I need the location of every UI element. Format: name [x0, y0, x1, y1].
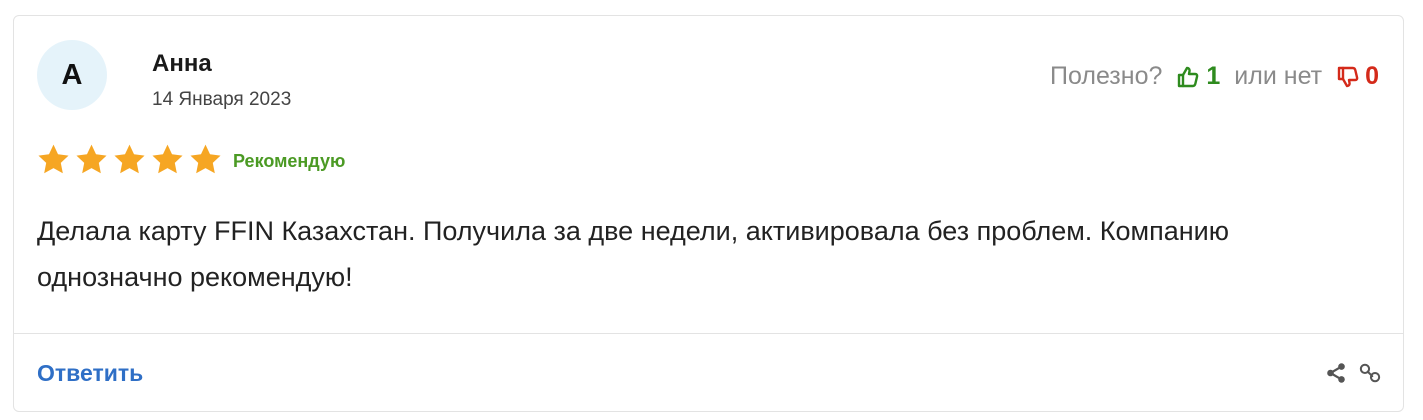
link-icon[interactable]: [1359, 362, 1381, 384]
reply-button[interactable]: Ответить: [37, 360, 143, 387]
divider: [14, 333, 1403, 334]
star-icon: [190, 144, 221, 174]
star-icon: [38, 144, 69, 174]
star-icon: [152, 144, 183, 174]
star-icon: [76, 144, 107, 174]
review-actions: [1313, 362, 1381, 384]
share-icon[interactable]: [1325, 362, 1347, 384]
like-button[interactable]: 1: [1176, 62, 1220, 91]
review-date: 14 Января 2023: [152, 89, 292, 110]
helpful-label: Полезно?: [1050, 62, 1163, 90]
thumbs-up-icon: [1178, 66, 1199, 87]
thumbs-down-icon: [1337, 66, 1359, 87]
author-name: Анна: [152, 50, 212, 77]
dislike-count: 0: [1365, 62, 1379, 90]
review-card: А Анна 14 Января 2023 Полезно? 1 или нет…: [13, 15, 1404, 412]
avatar: А: [37, 40, 107, 110]
avatar-letter: А: [61, 58, 83, 91]
or-not-label: или нет: [1234, 62, 1323, 90]
recommend-badge: Рекомендую: [233, 151, 346, 171]
star-icon: [114, 144, 145, 174]
stars: [36, 142, 226, 177]
like-count: 1: [1206, 62, 1221, 90]
helpful-votes: Полезно? 1 или нет 0: [1050, 62, 1379, 91]
review-text: Делала карту FFIN Казахстан. Получила за…: [37, 216, 1229, 292]
dislike-button[interactable]: 0: [1336, 62, 1379, 91]
star-rating: Рекомендую: [36, 142, 345, 177]
